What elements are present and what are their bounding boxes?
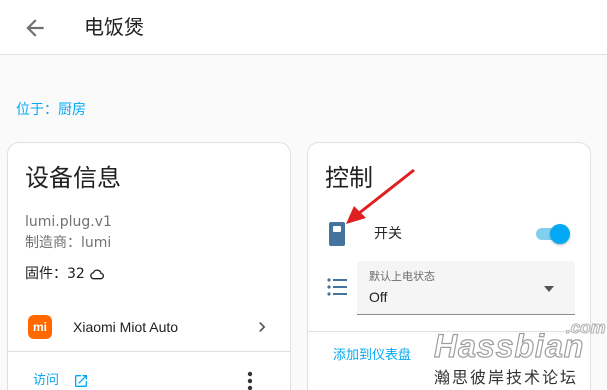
visit-link[interactable]: 访问	[33, 373, 89, 389]
switch-toggle[interactable]	[534, 223, 570, 245]
area-link[interactable]: 位于：厨房	[16, 100, 86, 120]
card-divider	[308, 331, 590, 332]
switch-row: 开关	[308, 215, 590, 255]
device-firmware: 固件：32	[25, 265, 105, 283]
dropdown-arrow-icon	[544, 286, 554, 292]
visit-label: 访问	[33, 373, 60, 388]
power-socket-icon	[329, 222, 345, 246]
switch-label: 开关	[374, 226, 402, 242]
integration-row[interactable]: mi Xiaomi Miot Auto	[8, 303, 290, 351]
select-label: 默认上电状态	[369, 270, 435, 283]
device-info-card: 设备信息 lumi.plug.v1 制造商：lumi 固件：32 mi Xiao…	[7, 142, 291, 390]
controls-card: 控制 开关 默认上电状态 Off 添加到仪表盘	[307, 142, 591, 390]
format-list-icon	[327, 278, 347, 296]
integration-name: Xiaomi Miot Auto	[73, 319, 179, 335]
more-vertical-icon[interactable]	[244, 369, 256, 390]
add-to-dashboard-link[interactable]: 添加到仪表盘	[333, 348, 411, 364]
cloud-icon	[89, 269, 104, 280]
open-in-new-icon	[75, 375, 88, 387]
power-on-state-select[interactable]: 默认上电状态 Off	[357, 261, 575, 315]
page-title: 电饭煲	[84, 15, 144, 39]
controls-title: 控制	[325, 164, 373, 192]
firmware-label: 固件：32	[25, 266, 85, 282]
xiaomi-logo-icon: mi	[28, 315, 52, 339]
device-manufacturer: 制造商：lumi	[25, 235, 112, 251]
device-model: lumi.plug.v1	[25, 214, 112, 230]
chevron-right-icon	[259, 322, 266, 332]
card-divider	[8, 351, 290, 352]
arrow-left-icon[interactable]	[22, 15, 48, 41]
device-info-title: 设备信息	[25, 164, 121, 192]
toggle-thumb	[550, 224, 570, 244]
select-value: Off	[369, 289, 388, 305]
top-app-bar: 电饭煲	[0, 0, 607, 55]
